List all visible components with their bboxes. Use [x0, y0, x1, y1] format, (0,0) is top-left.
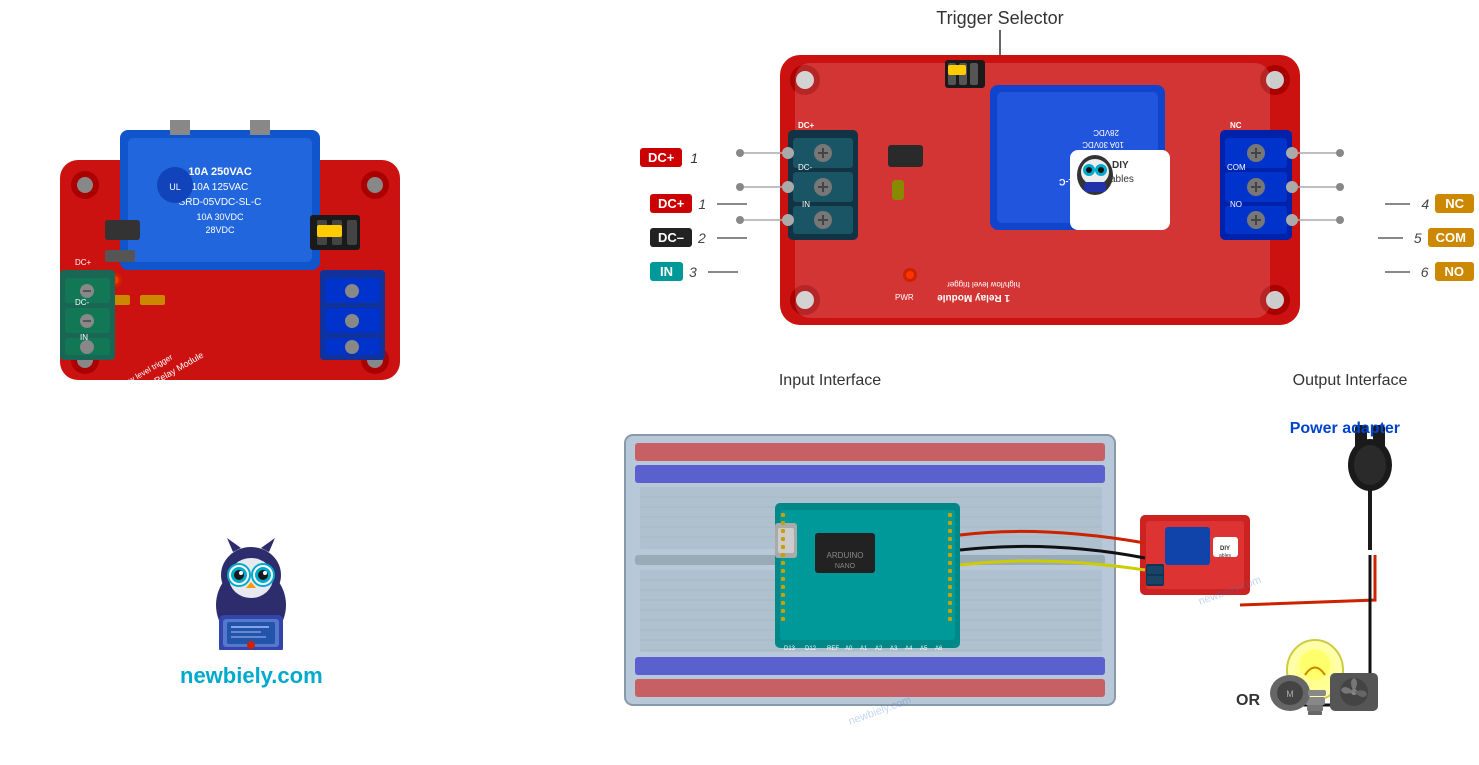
output-interface-label: Output Interface [1260, 372, 1440, 390]
svg-text:REF: REF [827, 646, 839, 652]
svg-text:A3: A3 [890, 646, 898, 652]
svg-text:D12: D12 [805, 646, 817, 652]
svg-text:NANO: NANO [835, 563, 856, 570]
svg-text:A5: A5 [920, 646, 928, 652]
svg-text:IN: IN [802, 200, 810, 209]
relay-diagram-svg: DC+ DC- IN NC COM NO SRD-05VDC-SL-C 10A … [640, 0, 1440, 360]
pin-com-label: 5 COM [1378, 228, 1474, 247]
svg-text:high/low level trigger: high/low level trigger [947, 280, 1020, 289]
svg-text:NC: NC [1230, 121, 1242, 130]
pin1-num: 1 [690, 150, 698, 166]
relay-diagram-section: Trigger Selector [640, 0, 1470, 400]
svg-text:A0: A0 [845, 646, 853, 652]
svg-text:ables: ables [1219, 553, 1231, 559]
wiring-diagram-svg: ARDUINO NANO [620, 415, 1460, 745]
svg-text:10A 250VAC: 10A 250VAC [188, 166, 252, 178]
relay-photo-section: 10A 250VAC 10A 125VAC SRD-05VDC-SL-C 10A… [20, 20, 440, 440]
svg-text:10A 30VDC: 10A 30VDC [196, 212, 244, 222]
svg-text:PWR: PWR [895, 293, 914, 302]
svg-text:A6: A6 [935, 646, 943, 652]
svg-text:10A 125VAC: 10A 125VAC [192, 182, 249, 193]
svg-text:10A 30VDC: 10A 30VDC [1082, 140, 1124, 149]
svg-text:NO: NO [1230, 200, 1242, 209]
svg-text:DIY: DIY [1112, 160, 1129, 171]
svg-text:28VDC: 28VDC [1093, 128, 1119, 137]
input-interface-label: Input Interface [740, 372, 920, 390]
owl-logo [191, 530, 311, 650]
svg-text:SRD-05VDC-SL-C: SRD-05VDC-SL-C [179, 197, 262, 208]
svg-text:OR: OR [1236, 692, 1260, 709]
svg-text:DIY: DIY [1220, 546, 1230, 552]
svg-text:A1: A1 [860, 646, 868, 652]
pin-dc-minus-label: DC– 2 [650, 228, 747, 247]
svg-text:M: M [1286, 689, 1294, 699]
svg-text:DC+: DC+ [75, 258, 92, 267]
svg-text:DC-: DC- [798, 163, 813, 172]
svg-text:A2: A2 [875, 646, 883, 652]
logo-section: newbiely.com [180, 530, 323, 689]
logo-text: newbiely.com [180, 663, 323, 689]
dc-plus-badge: DC+ [640, 148, 682, 167]
svg-text:DC+: DC+ [798, 121, 815, 130]
svg-text:ARDUINO: ARDUINO [827, 551, 864, 560]
svg-text:D13: D13 [784, 646, 796, 652]
pin-no-label: 6 NO [1385, 262, 1474, 281]
svg-text:UL: UL [169, 182, 181, 192]
svg-text:A4: A4 [905, 646, 913, 652]
relay-module-image: 10A 250VAC 10A 125VAC SRD-05VDC-SL-C 10A… [20, 20, 440, 400]
svg-text:ables: ables [1110, 174, 1134, 185]
pin-in-label: IN 3 [650, 262, 738, 281]
pin-nc-label: 4 NC [1385, 194, 1474, 213]
svg-text:IN: IN [80, 333, 88, 342]
wiring-section: Power adapter [620, 415, 1479, 765]
pin-dc-plus: DC+ 1 [640, 148, 698, 167]
power-adapter-label: Power adapter [1290, 420, 1400, 438]
svg-text:28VDC: 28VDC [205, 225, 235, 235]
svg-text:COM: COM [1227, 163, 1246, 172]
pin-dc-plus-label: DC+ 1 [650, 194, 747, 213]
svg-text:1 Relay Module: 1 Relay Module [937, 292, 1010, 303]
svg-text:DC-: DC- [75, 298, 90, 307]
